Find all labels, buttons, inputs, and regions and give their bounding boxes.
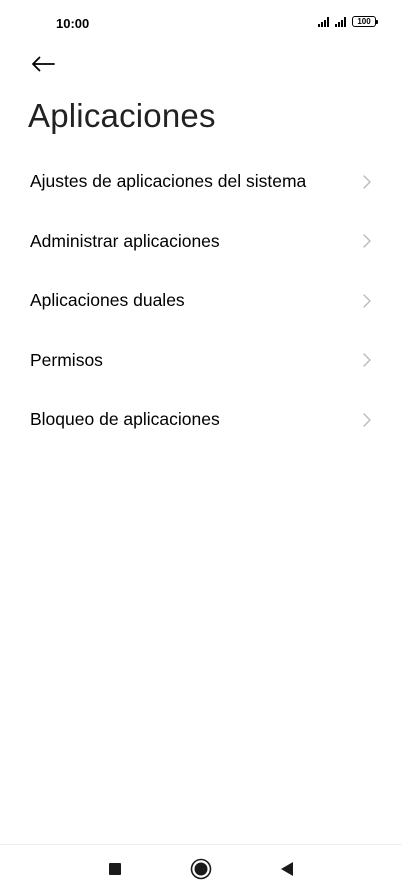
settings-item-app-lock[interactable]: Bloqueo de aplicaciones bbox=[0, 390, 402, 450]
settings-item-system-app-settings[interactable]: Ajustes de aplicaciones del sistema bbox=[0, 152, 402, 212]
home-button[interactable] bbox=[189, 857, 213, 881]
battery-level: 100 bbox=[357, 16, 371, 26]
signal-icon bbox=[335, 16, 346, 27]
page-title: Aplicaciones bbox=[28, 97, 216, 134]
back-nav-button[interactable] bbox=[275, 857, 299, 881]
status-bar: 10:00 100 bbox=[0, 0, 402, 44]
home-circle-icon bbox=[190, 858, 212, 880]
status-icons: 100 bbox=[318, 16, 378, 27]
recents-square-icon bbox=[109, 863, 121, 875]
settings-list: Ajustes de aplicaciones del sistema Admi… bbox=[0, 152, 402, 450]
chevron-right-icon bbox=[362, 174, 372, 190]
chevron-right-icon bbox=[362, 233, 372, 249]
settings-item-permissions[interactable]: Permisos bbox=[0, 331, 402, 391]
signal-icon bbox=[318, 16, 329, 27]
recents-button[interactable] bbox=[103, 857, 127, 881]
chevron-right-icon bbox=[362, 412, 372, 428]
back-button[interactable] bbox=[28, 50, 58, 78]
status-time: 10:00 bbox=[56, 16, 90, 31]
arrow-left-icon bbox=[32, 56, 55, 72]
settings-item-label: Bloqueo de aplicaciones bbox=[30, 409, 220, 430]
back-triangle-icon bbox=[281, 862, 293, 876]
settings-item-label: Aplicaciones duales bbox=[30, 290, 185, 311]
settings-item-label: Administrar aplicaciones bbox=[30, 230, 220, 251]
chevron-right-icon bbox=[362, 352, 372, 368]
settings-item-label: Permisos bbox=[30, 349, 103, 370]
settings-item-manage-apps[interactable]: Administrar aplicaciones bbox=[0, 212, 402, 272]
settings-item-label: Ajustes de aplicaciones del sistema bbox=[30, 171, 307, 192]
settings-item-dual-apps[interactable]: Aplicaciones duales bbox=[0, 271, 402, 331]
battery-icon: 100 bbox=[352, 16, 378, 27]
chevron-right-icon bbox=[362, 293, 372, 309]
navigation-bar bbox=[0, 844, 402, 893]
